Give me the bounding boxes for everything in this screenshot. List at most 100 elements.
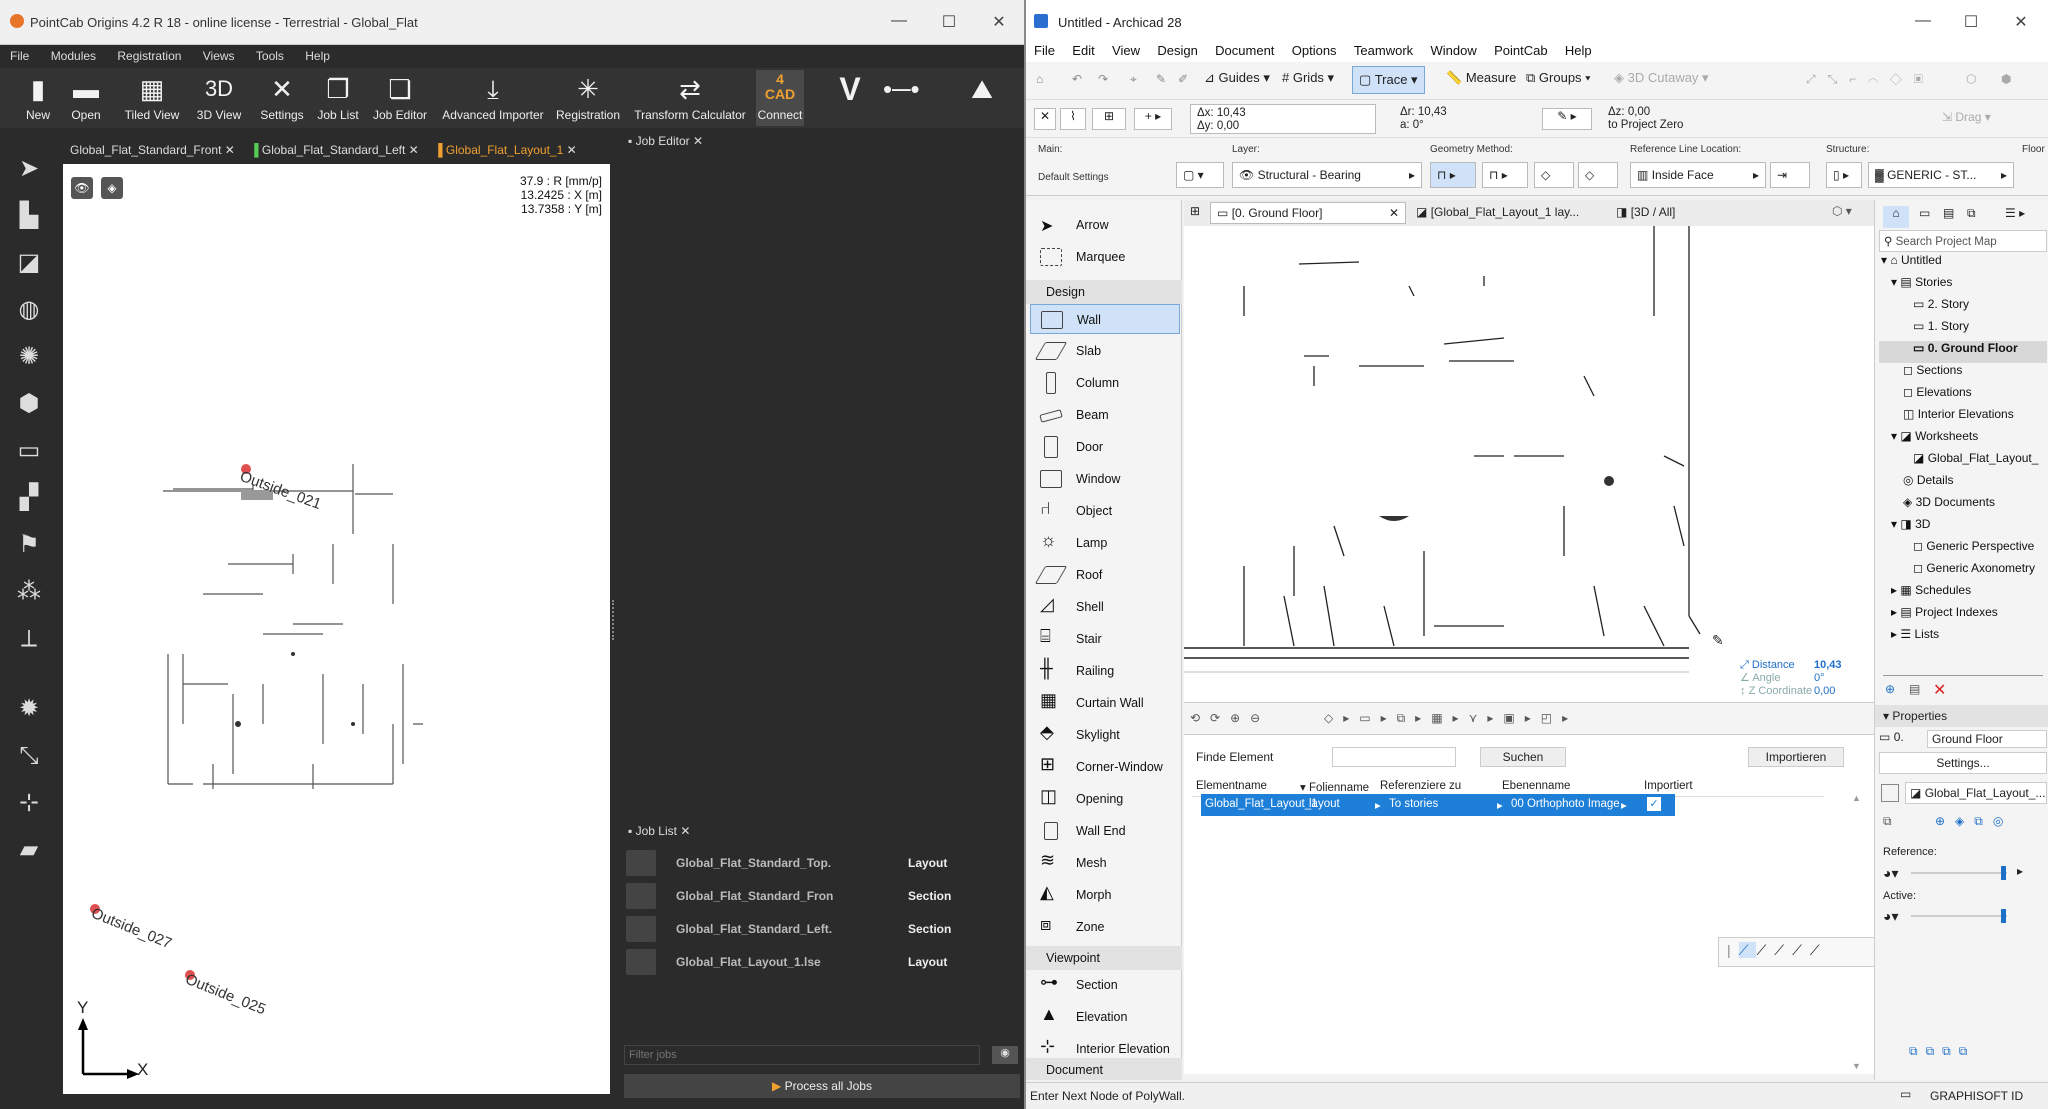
tab-options-icon[interactable]: ⬡ ▾ [1832,204,1852,218]
inject-icon[interactable]: ✐ [1178,72,1188,86]
finder-table-row[interactable]: Global_Flat_Layout_1 layout ▸ To stories… [1201,794,1675,816]
menu-pointcab[interactable]: PointCab [1486,40,1553,58]
menu-edit[interactable]: Edit [1064,40,1100,58]
view-name-field[interactable]: ◪ Global_Flat_Layout_... [1905,782,2047,804]
tree-item-stories[interactable]: ▾ ▤ Stories [1879,275,2047,297]
plus-snap-icon[interactable]: + ▸ [1134,108,1172,130]
tree-item-story-1[interactable]: ▭ 1. Story [1879,319,2047,341]
job-row[interactable]: Global_Flat_Standard_Fron Section [620,879,1020,912]
menu-view[interactable]: View [1104,40,1146,58]
grids-button[interactable]: # Grids ▾ [1282,70,1334,92]
tool-roof[interactable]: Roof [1030,560,1180,590]
minimize-icon[interactable]: — [884,12,914,30]
project-map-tab-icon[interactable]: ⌂ [1883,206,1909,228]
column-header-referenziere[interactable]: Referenziere zu [1380,780,1461,792]
geometry-polygon-button[interactable]: ◇ [1578,162,1618,188]
trace-button[interactable]: ▢ Trace ▾ [1352,66,1425,94]
geometry-trapezoid-button[interactable]: ◇ [1534,162,1574,188]
menu-tools[interactable]: Tools [246,46,292,63]
chevron-right-icon[interactable]: ▸ [2017,864,2023,878]
tree-item-details[interactable]: ◎ Details [1879,473,2047,495]
tiled-view-button[interactable]: ▦ Tiled View [120,70,184,126]
tool-column[interactable]: Column [1030,368,1180,398]
menu-teamwork[interactable]: Teamwork [1346,40,1419,58]
tool-object[interactable]: ⑁ Object [1030,496,1180,526]
cylinder-icon[interactable]: ▭ [14,436,44,466]
delete-icon[interactable]: ✕ [1933,680,1946,700]
tree-item-schedules[interactable]: ▸ ▦ Schedules [1879,583,2047,605]
graphisoft-id-label[interactable]: GRAPHISOFT ID [1930,1089,2023,1103]
active-slider-thumb[interactable] [2001,909,2006,923]
menu-document[interactable]: Document [1207,40,1280,58]
3d-orbit-icon[interactable]: ⬢ [2001,72,2011,86]
column-header-ebenenname[interactable]: Ebenenname [1502,780,1570,792]
tree-item-generic-perspective[interactable]: ◻ Generic Perspective [1879,539,2047,561]
v-tool-button[interactable]: V [830,70,870,126]
floor-plan-canvas[interactable]: ✎ ⤢ Distance 10,43 ∠ Angle 0° ↕ Z Coordina… [1184,226,1874,702]
3d-view-button[interactable]: 3D 3D View [192,70,246,126]
close-icon[interactable]: ✕ [2006,12,2036,32]
layer-select[interactable]: 👁 Structural - Bearing ▸ [1232,162,1422,188]
tree-item-ground-floor[interactable]: ▭ 0. Ground Floor [1879,341,2047,363]
tool-mesh[interactable]: ≋ Mesh [1030,848,1180,878]
pointer-icon[interactable]: ➤ [14,154,44,184]
minimize-icon[interactable]: — [1908,12,1938,30]
flag-icon[interactable]: ⚑ [14,530,44,560]
tool-arrow[interactable]: ➤ Arrow [1030,210,1180,240]
tab-overview-icon[interactable]: ⊞ [1190,204,1200,218]
guides-button[interactable]: ⊿ Guides ▾ [1204,70,1270,92]
geometry-curved-button[interactable]: ⊓ ▸ [1482,162,1528,188]
pick-icon[interactable]: ⌖ [1130,72,1137,87]
menu-views[interactable]: Views [193,46,243,63]
scale-icon[interactable]: ⤡ [14,741,44,771]
structure-select[interactable]: ▓ GENERIC - ST... ▸ [1868,162,2014,188]
cancel-icon[interactable]: ✕ [1034,108,1056,130]
tool-curtain-wall[interactable]: ▦ Curtain Wall [1030,688,1180,718]
tree-item-generic-axonometry[interactable]: ◻ Generic Axonometry [1879,561,2047,583]
tab-worksheet-layout[interactable]: ◪ [Global_Flat_Layout_1 lay... [1410,202,1606,224]
tool-skylight[interactable]: ⬘ Skylight [1030,720,1180,750]
reference-slider-thumb[interactable] [2001,866,2006,880]
tab-3d-all[interactable]: ◨ [3D / All] [1610,202,1730,224]
view-type-icon[interactable] [1881,784,1899,802]
filter-jobs-input[interactable] [624,1045,980,1065]
tree-item-3d-documents[interactable]: ◈ 3D Documents [1879,495,2047,517]
groups-button[interactable]: ⧉ Groups ▾ [1526,70,1591,92]
tree-item-sections[interactable]: ◻ Sections [1879,363,2047,385]
job-list-button[interactable]: ❐ Job List [316,70,360,126]
job-row[interactable]: Global_Flat_Layout_1.lse Layout [620,945,1020,978]
document-section-header[interactable]: Document [1026,1058,1182,1080]
close-icon[interactable]: ✕ [1389,206,1399,220]
undo-icon[interactable]: ↶ [1072,72,1082,86]
chevron-right-icon[interactable]: ▸ [1497,798,1503,812]
lock-icon[interactable]: ⧉ [1883,814,1892,829]
menu-design[interactable]: Design [1149,40,1203,58]
add-view-icon[interactable]: ⊕ [1885,682,1895,696]
plane-icon[interactable]: ▰ [14,835,44,865]
job-editor-button[interactable]: ❏ Job Editor [372,70,428,126]
close-icon[interactable]: ✕ [409,143,419,157]
menu-registration[interactable]: Registration [107,46,189,63]
tab-standard-front[interactable]: Global_Flat_Standard_Front ✕ [64,140,244,162]
navigator-search[interactable]: ⚲ Search Project Map [1879,230,2047,252]
drag-button[interactable]: ⇲ Drag ▾ [1942,110,1991,124]
sun-icon[interactable]: ✹ [14,694,44,724]
tree-item-worksheets[interactable]: ▾ ◪ Worksheets [1879,429,2047,451]
split-icon[interactable]: ⊹ [14,788,44,818]
panel-bottom-icons[interactable]: ⧉⧉⧉⧉ [1909,1044,1975,1059]
tool-stair[interactable]: ⌸ Stair [1030,624,1180,654]
story-name-field[interactable]: Ground Floor [1927,730,2047,748]
cube-icon[interactable]: ⬢ [14,389,44,419]
column-header-folienname[interactable]: ▾ Folienname [1300,780,1369,794]
home-icon[interactable]: ⌂ [1036,72,1043,86]
close-icon[interactable]: ✕ [567,143,577,157]
tree-item-story-2[interactable]: ▭ 2. Story [1879,297,2047,319]
advanced-importer-button[interactable]: ⤓ Advanced Importer [440,70,546,126]
tool-elevation[interactable]: ▲ Elevation [1030,1002,1180,1032]
delta-z-field[interactable]: Δz: 0,00 to Project Zero [1604,104,1734,134]
tool-morph[interactable]: ◭ Morph [1030,880,1180,910]
delta-xy-field[interactable]: Δx: 10,43 Δy: 0,00 [1190,104,1376,134]
reference-slider[interactable] [1911,866,2007,880]
column-header-elementname[interactable]: Elementname [1196,780,1267,792]
properties-header[interactable]: ▾ Properties [1875,705,2048,727]
